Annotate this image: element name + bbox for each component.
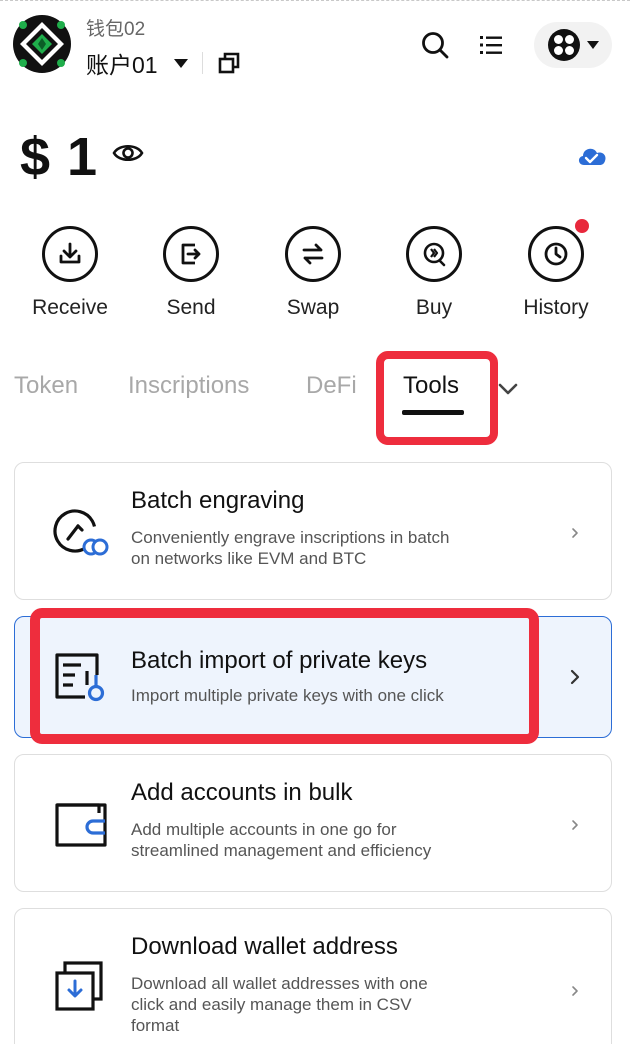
wallet-icon	[55, 803, 107, 847]
chevron-down-icon	[587, 41, 599, 49]
chevron-down-icon[interactable]	[498, 380, 518, 398]
import-card-highlight	[30, 608, 539, 744]
account-switcher[interactable]: 账户01	[86, 46, 241, 80]
tool-card-batch-engraving[interactable]: Batch engraving Conveniently engrave ins…	[14, 462, 612, 600]
action-circle	[528, 219, 589, 282]
account-name[interactable]: 账户01	[86, 46, 158, 80]
chevron-right-icon	[570, 669, 580, 685]
network-icon	[548, 29, 580, 61]
card-title: Download wallet address	[131, 933, 398, 960]
card-description-line: Conveniently engrave inscriptions in bat…	[131, 528, 450, 547]
chevron-right-icon	[572, 986, 578, 996]
quick-actions: Receive Send Swap Buy History	[0, 219, 630, 326]
search-icon[interactable]	[420, 30, 450, 60]
network-selector[interactable]	[534, 22, 612, 68]
wallet-name: 钱包02	[86, 19, 146, 40]
swap-icon	[302, 243, 324, 265]
eye-icon[interactable]	[112, 140, 144, 166]
swap-button[interactable]: Swap	[253, 226, 373, 320]
card-title: Batch engraving	[131, 487, 305, 514]
tab-inscriptions[interactable]: Inscriptions	[128, 372, 249, 400]
wallet-avatar[interactable]	[12, 14, 72, 74]
divider	[201, 52, 203, 74]
download-address-icon	[55, 961, 103, 1011]
buy-button[interactable]: Buy	[374, 226, 494, 320]
card-description: Download all wallet addresses with one c…	[131, 973, 531, 1036]
card-title: Add accounts in bulk	[131, 779, 353, 806]
card-description: Conveniently engrave inscriptions in bat…	[131, 527, 531, 569]
action-label: Receive	[32, 296, 108, 319]
action-circle	[406, 226, 462, 282]
history-button[interactable]: History	[496, 219, 616, 320]
tool-card-download-wallet-address[interactable]: Download wallet address Download all wal…	[14, 908, 612, 1044]
tool-card-add-accounts-bulk[interactable]: Add accounts in bulk Add multiple accoun…	[14, 754, 612, 892]
card-description-line: streamlined management and efficiency	[131, 841, 432, 860]
tools-tab-highlight	[376, 351, 498, 445]
send-icon	[181, 243, 201, 265]
chevron-right-icon	[572, 820, 578, 830]
header: 钱包02 账户01	[0, 0, 630, 90]
clock-icon	[544, 242, 568, 266]
notification-dot	[575, 219, 589, 233]
card-description: Add multiple accounts in one go for stre…	[131, 819, 531, 861]
menu-list-icon[interactable]	[478, 32, 504, 58]
receive-button[interactable]: Receive	[10, 226, 130, 320]
download-icon	[59, 242, 81, 264]
cloud-sync-icon[interactable]	[576, 143, 608, 167]
chevron-down-icon[interactable]	[173, 58, 188, 68]
chevron-right-icon	[572, 528, 578, 538]
tab-defi[interactable]: DeFi	[306, 372, 357, 400]
card-description-line: click and easily manage them in CSV	[131, 995, 412, 1014]
buy-icon	[423, 242, 446, 267]
action-circle	[285, 226, 341, 282]
card-description-line: Download all wallet addresses with one	[131, 974, 428, 993]
action-label: Buy	[415, 296, 453, 319]
send-button[interactable]: Send	[131, 226, 251, 320]
card-description-line: format	[131, 1016, 180, 1035]
tab-token[interactable]: Token	[14, 372, 78, 400]
card-description-line: on networks like EVM and BTC	[131, 549, 367, 568]
action-label: Send	[166, 296, 216, 319]
action-label: History	[523, 296, 589, 319]
action-circle	[42, 226, 98, 282]
action-label: Swap	[286, 296, 340, 319]
external-window-icon[interactable]	[217, 51, 241, 75]
card-description-line: Add multiple accounts in one go for	[131, 820, 397, 839]
action-circle	[163, 226, 219, 282]
balance-amount: $ 1	[20, 127, 99, 187]
engrave-icon	[53, 509, 109, 556]
